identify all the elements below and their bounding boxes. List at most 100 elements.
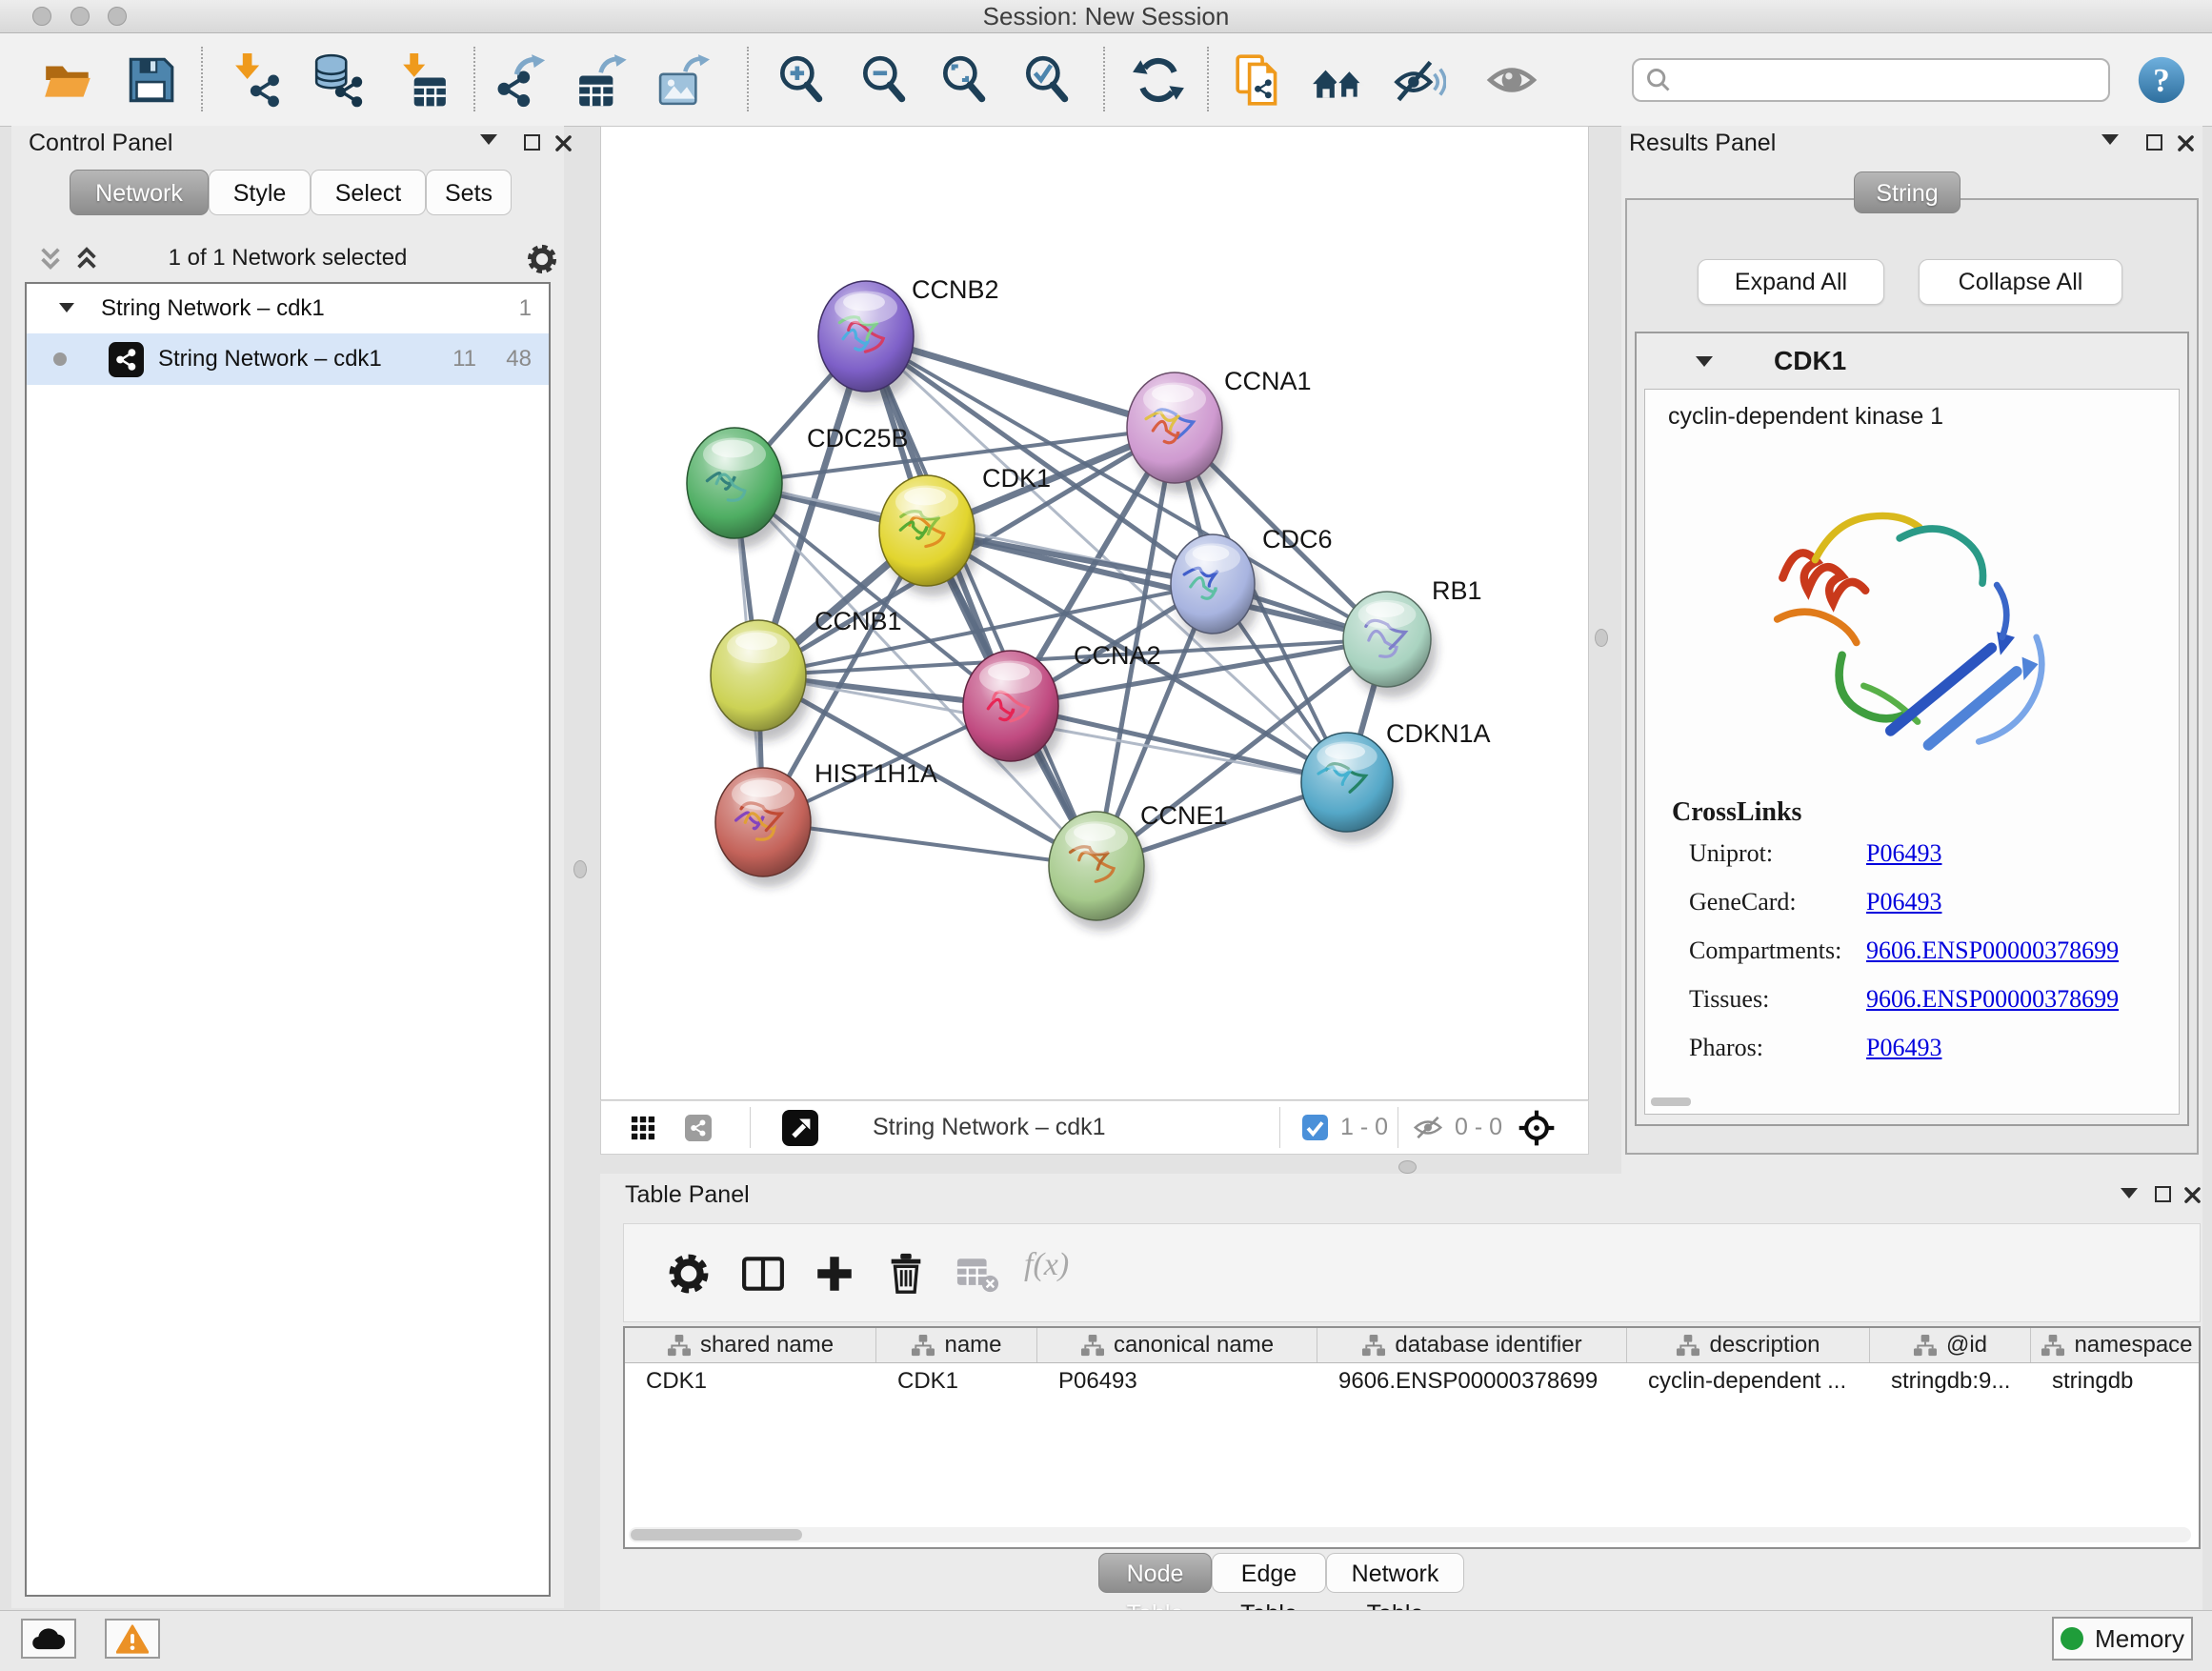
crosslink-label: Tissues: xyxy=(1689,985,1769,1014)
float-panel-icon[interactable] xyxy=(524,134,540,151)
crosslink-link[interactable]: P06493 xyxy=(1866,888,1941,916)
horizontal-scrollbar-thumb[interactable] xyxy=(1651,1097,1691,1106)
export-network-icon[interactable] xyxy=(490,49,553,111)
close-panel-icon[interactable] xyxy=(2177,134,2195,152)
crosslink-link[interactable]: P06493 xyxy=(1866,839,1941,868)
close-panel-icon[interactable] xyxy=(554,134,573,152)
collection-count: 1 xyxy=(519,284,532,333)
zoom-fit-content-icon[interactable] xyxy=(933,49,995,111)
column-type-icon xyxy=(667,1334,691,1358)
function-builder-button[interactable]: f(x) xyxy=(1024,1247,1069,1283)
open-in-window-icon[interactable] xyxy=(782,1101,818,1154)
warning-icon xyxy=(116,1624,149,1654)
zoom-in-icon[interactable] xyxy=(770,49,833,111)
left-splitter-handle[interactable] xyxy=(573,860,587,878)
zoom-out-icon[interactable] xyxy=(853,49,915,111)
tab-network-table[interactable]: Network Table xyxy=(1326,1553,1464,1593)
hidden-count: 0 - 0 xyxy=(1455,1101,1502,1154)
toolbar-divider xyxy=(473,47,475,111)
tab-select[interactable]: Select xyxy=(311,170,426,215)
crosslink-link[interactable]: 9606.ENSP00000378699 xyxy=(1866,936,2119,965)
table-settings-icon[interactable] xyxy=(664,1249,714,1299)
crosslink-link[interactable]: P06493 xyxy=(1866,1034,1941,1062)
memory-status-dot xyxy=(2061,1627,2083,1650)
right-splitter-handle[interactable] xyxy=(1595,629,1608,647)
warnings-button[interactable] xyxy=(105,1619,160,1659)
table-horizontal-scrollbar[interactable] xyxy=(629,1527,2191,1542)
node-label-CDC6: CDC6 xyxy=(1262,525,1333,554)
entry-expander-icon[interactable] xyxy=(1696,356,1713,367)
crosslink-label: Uniprot: xyxy=(1689,839,1773,868)
expand-all-button[interactable]: Expand All xyxy=(1698,259,1884,305)
home-view-icon[interactable] xyxy=(1307,49,1370,111)
table-cell: stringdb:9... xyxy=(1870,1363,2031,1399)
float-panel-icon[interactable] xyxy=(2155,1186,2171,1202)
tab-string[interactable]: String xyxy=(1854,171,1961,213)
network-badge-icon[interactable] xyxy=(685,1101,712,1154)
crosslink-row: Pharos: P06493 xyxy=(1645,1034,2179,1081)
column-header-namespace[interactable]: namespace xyxy=(2031,1328,2201,1362)
grid-view-icon[interactable] xyxy=(630,1101,656,1154)
tab-style[interactable]: Style xyxy=(209,170,311,215)
tab-network[interactable]: Network xyxy=(70,170,209,215)
select-columns-icon[interactable] xyxy=(738,1249,788,1299)
node-label-CDKN1A: CDKN1A xyxy=(1386,719,1491,748)
search-box[interactable] xyxy=(1632,58,2110,102)
network-options-gear-icon[interactable] xyxy=(526,243,558,275)
panel-menu-icon[interactable] xyxy=(480,134,497,145)
crosslink-label: Pharos: xyxy=(1689,1034,1763,1062)
duplicate-network-icon[interactable] xyxy=(1229,49,1292,111)
column-header-canonical-name[interactable]: canonical name xyxy=(1037,1328,1317,1362)
apply-layout-icon[interactable] xyxy=(1127,49,1190,111)
selected-checkbox-icon[interactable] xyxy=(1302,1101,1328,1154)
export-table-icon[interactable] xyxy=(572,49,634,111)
float-panel-icon[interactable] xyxy=(2146,134,2162,151)
results-panel: Results Panel String Expand All Collapse… xyxy=(1621,126,2202,1174)
save-session-icon[interactable] xyxy=(119,49,182,111)
panel-menu-icon[interactable] xyxy=(2101,134,2119,145)
bottom-splitter-handle[interactable] xyxy=(1398,1160,1417,1174)
collection-expander-icon[interactable] xyxy=(59,303,74,312)
create-column-icon[interactable] xyxy=(810,1249,859,1299)
column-type-icon xyxy=(1361,1334,1385,1358)
tab-edge-table[interactable]: Edge Table xyxy=(1212,1553,1326,1593)
import-network-database-icon[interactable] xyxy=(308,49,371,111)
column-type-icon xyxy=(2041,1334,2064,1358)
column-header-shared-name[interactable]: shared name xyxy=(625,1328,876,1362)
show-all-icon[interactable] xyxy=(1480,49,1543,111)
status-bar: Memory xyxy=(0,1610,2212,1671)
node-description: cyclin-dependent kinase 1 xyxy=(1668,403,1943,431)
network-canvas[interactable]: CCNB2CCNA1CDC25BCDK1CDC6RB1CCNB1CCNA2CDK… xyxy=(600,126,1589,1100)
tab-node-table[interactable]: Node Table xyxy=(1098,1553,1212,1593)
memory-button[interactable]: Memory xyxy=(2052,1617,2193,1661)
table-cell: cyclin-dependent ... xyxy=(1627,1363,1870,1399)
import-table-file-icon[interactable] xyxy=(391,49,453,111)
network-status-dot xyxy=(53,352,67,366)
zoom-selected-icon[interactable] xyxy=(1016,49,1078,111)
crosslink-link[interactable]: 9606.ENSP00000378699 xyxy=(1866,985,2119,1014)
table-cell: CDK1 xyxy=(625,1363,876,1399)
node-result-header[interactable]: CDK1 xyxy=(1637,333,2187,389)
tab-sets[interactable]: Sets xyxy=(426,170,512,215)
collapse-all-button[interactable]: Collapse All xyxy=(1919,259,2122,305)
delete-table-icon[interactable] xyxy=(953,1249,1002,1299)
cloud-status-button[interactable] xyxy=(21,1619,76,1659)
column-header-name[interactable]: name xyxy=(876,1328,1037,1362)
table-row[interactable]: CDK1CDK1P064939606.ENSP00000378699cyclin… xyxy=(625,1363,2199,1399)
column-header-database-identifier[interactable]: database identifier xyxy=(1317,1328,1627,1362)
column-header--id[interactable]: @id xyxy=(1870,1328,2031,1362)
column-header-description[interactable]: description xyxy=(1627,1328,1870,1362)
hide-selected-icon[interactable] xyxy=(1387,49,1450,111)
panel-menu-icon[interactable] xyxy=(2121,1188,2138,1198)
network-row-selected[interactable]: String Network – cdk1 11 48 xyxy=(27,333,549,385)
close-panel-icon[interactable] xyxy=(2183,1186,2202,1204)
hidden-eye-icon[interactable] xyxy=(1413,1101,1443,1154)
open-session-icon[interactable] xyxy=(37,49,100,111)
import-network-file-icon[interactable] xyxy=(227,49,290,111)
search-input[interactable] xyxy=(1672,61,2108,99)
fit-selected-crosshair-icon[interactable] xyxy=(1518,1101,1556,1154)
export-image-icon[interactable] xyxy=(654,49,717,111)
network-collection-row[interactable]: String Network – cdk1 1 xyxy=(27,284,549,333)
help-button[interactable] xyxy=(2137,55,2186,105)
delete-columns-icon[interactable] xyxy=(881,1249,931,1299)
